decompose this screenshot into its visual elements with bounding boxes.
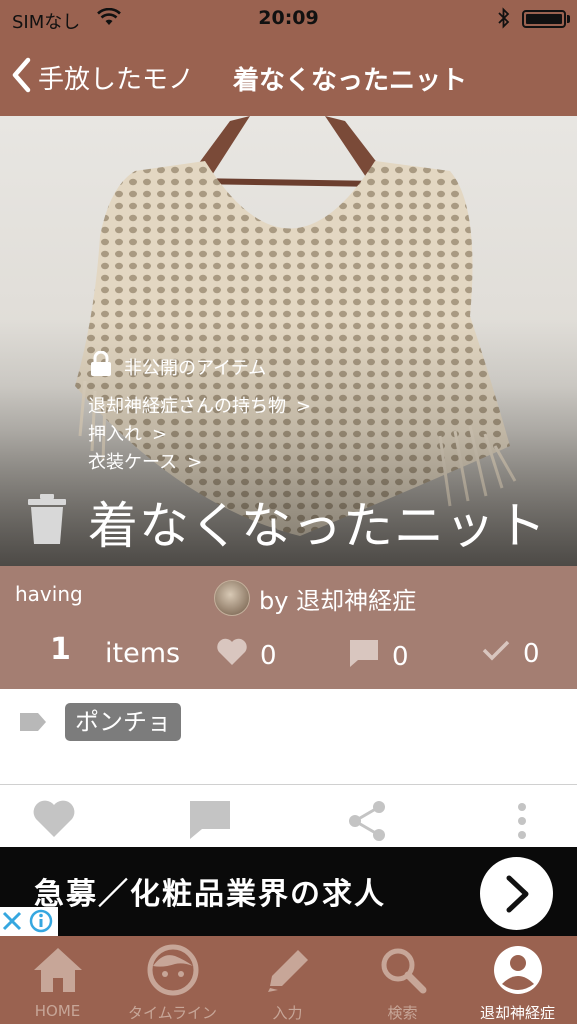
battery-tip — [567, 15, 570, 23]
breadcrumb-label: 退却神経症さんの持ち物 — [88, 396, 286, 417]
search-icon — [345, 944, 460, 1000]
action-row — [0, 785, 577, 847]
nav-bar: 手放したモノ 着なくなったニット — [0, 40, 577, 116]
ad-go-button[interactable] — [480, 857, 553, 930]
breadcrumb-closet[interactable]: 押入れ > — [88, 420, 167, 446]
tag-section: ポンチョ — [0, 689, 577, 785]
items-label: items — [105, 638, 181, 669]
adchoices-badge[interactable] — [0, 907, 58, 936]
like-button[interactable] — [32, 799, 76, 843]
more-button[interactable] — [508, 799, 536, 847]
chevron-left-icon — [10, 57, 32, 97]
breadcrumb-label: 衣装ケース — [88, 452, 178, 473]
tab-home[interactable]: HOME — [0, 936, 115, 1024]
tab-label: 検索 — [387, 1004, 418, 1022]
pencil-icon — [230, 944, 345, 1000]
clock: 20:09 — [258, 7, 319, 29]
share-button[interactable] — [345, 799, 389, 847]
user-icon — [460, 944, 575, 1000]
trash-icon[interactable] — [28, 494, 66, 548]
chevron-right-icon — [506, 875, 529, 913]
avatar — [214, 580, 250, 616]
breadcrumb-owner[interactable]: 退却神経症さんの持ち物 > — [88, 392, 311, 418]
checkmark-icon — [481, 638, 511, 669]
breadcrumb-label: 押入れ — [88, 424, 142, 445]
private-label: 非公開のアイテム — [124, 357, 267, 379]
likes-count: 0 — [260, 640, 277, 671]
battery-icon — [522, 10, 566, 28]
chevron-right-icon: > — [152, 424, 168, 445]
tab-label: タイムライン — [128, 1004, 217, 1022]
lock-icon — [90, 350, 112, 382]
comment-icon — [348, 638, 380, 675]
tab-mypage[interactable]: 退却神経症 — [460, 936, 575, 1024]
checks-count: 0 — [523, 638, 540, 669]
comment-button[interactable] — [188, 799, 232, 845]
checks-stat[interactable]: 0 — [481, 638, 540, 669]
having-label: having — [15, 582, 83, 606]
status-bar: SIMなし 20:09 — [0, 0, 577, 40]
ad-text: 急募／化粧品業界の求人 — [34, 877, 386, 912]
tab-label: 退却神経症 — [479, 1004, 555, 1022]
owner-link[interactable]: by 退却神経症 — [214, 580, 416, 616]
bluetooth-icon — [497, 7, 511, 33]
tag-icon — [18, 711, 48, 737]
page-title: 着なくなったニット — [233, 66, 468, 96]
ad-banner[interactable]: 急募／化粧品業界の求人 — [0, 847, 577, 936]
tab-timeline[interactable]: タイムライン — [115, 936, 230, 1024]
tab-label: HOME — [34, 1002, 81, 1020]
tab-label: 入力 — [272, 1004, 303, 1022]
tag-chip[interactable]: ポンチョ — [65, 703, 181, 741]
tab-search[interactable]: 検索 — [345, 936, 460, 1024]
private-indicator: 非公開のアイテム — [90, 350, 267, 382]
item-title: 着なくなったニット — [88, 497, 547, 555]
comments-stat[interactable]: 0 — [348, 638, 409, 675]
item-photo: 非公開のアイテム 退却神経症さんの持ち物 > 押入れ > 衣装ケース > 着なくなった… — [0, 116, 577, 566]
tab-input[interactable]: 入力 — [230, 936, 345, 1024]
face-icon — [115, 944, 230, 1000]
back-button[interactable]: 手放したモノ — [10, 52, 194, 102]
chevron-right-icon: > — [187, 452, 203, 473]
chevron-right-icon: > — [296, 396, 312, 417]
home-icon — [0, 944, 115, 1000]
adchoices-icon — [2, 909, 53, 933]
breadcrumb-case[interactable]: 衣装ケース > — [88, 448, 202, 474]
owner-name: by 退却神経症 — [259, 586, 417, 615]
item-stats: having by 退却神経症 1 items 0 0 0 — [0, 566, 577, 689]
comment-icon — [188, 801, 232, 845]
likes-stat[interactable]: 0 — [216, 638, 277, 673]
more-vertical-icon — [508, 803, 536, 847]
share-icon — [345, 801, 389, 847]
item-count: 1 — [50, 632, 71, 667]
heart-icon — [216, 638, 248, 673]
heart-icon — [32, 800, 76, 843]
tab-bar: HOME タイムライン 入力 検索 退却神経症 — [0, 936, 577, 1024]
comments-count: 0 — [392, 641, 409, 672]
back-label: 手放したモノ — [38, 64, 195, 95]
